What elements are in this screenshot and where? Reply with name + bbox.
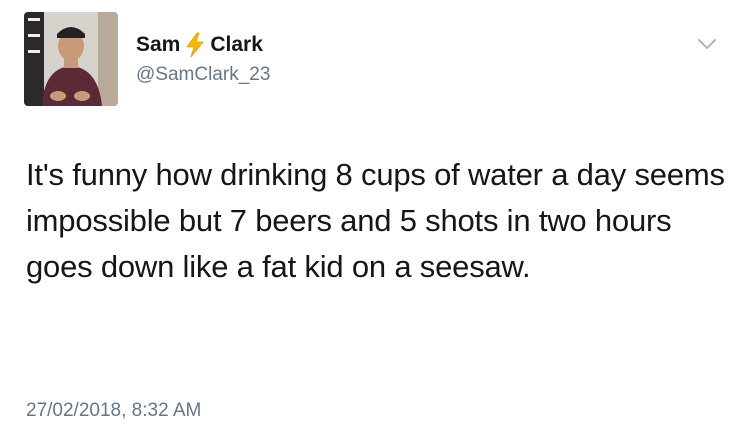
chevron-down-icon[interactable]: [695, 36, 719, 52]
user-handle[interactable]: @SamClark_23: [136, 64, 270, 86]
display-name-first: Sam: [136, 33, 181, 56]
display-name-last: Clark: [210, 33, 263, 56]
tweet-text: It's funny how drinking 8 cups of water …: [26, 157, 725, 284]
avatar[interactable]: [24, 12, 118, 106]
display-name[interactable]: Sam Clark: [136, 32, 263, 58]
lightning-bolt-icon: [184, 32, 206, 58]
tweet-timestamp[interactable]: 27/02/2018, 8:32 AM: [26, 400, 201, 422]
tweet-card: Sam Clark @SamClark_23 It's funny how dr…: [0, 0, 740, 439]
avatar-image: [24, 12, 118, 106]
